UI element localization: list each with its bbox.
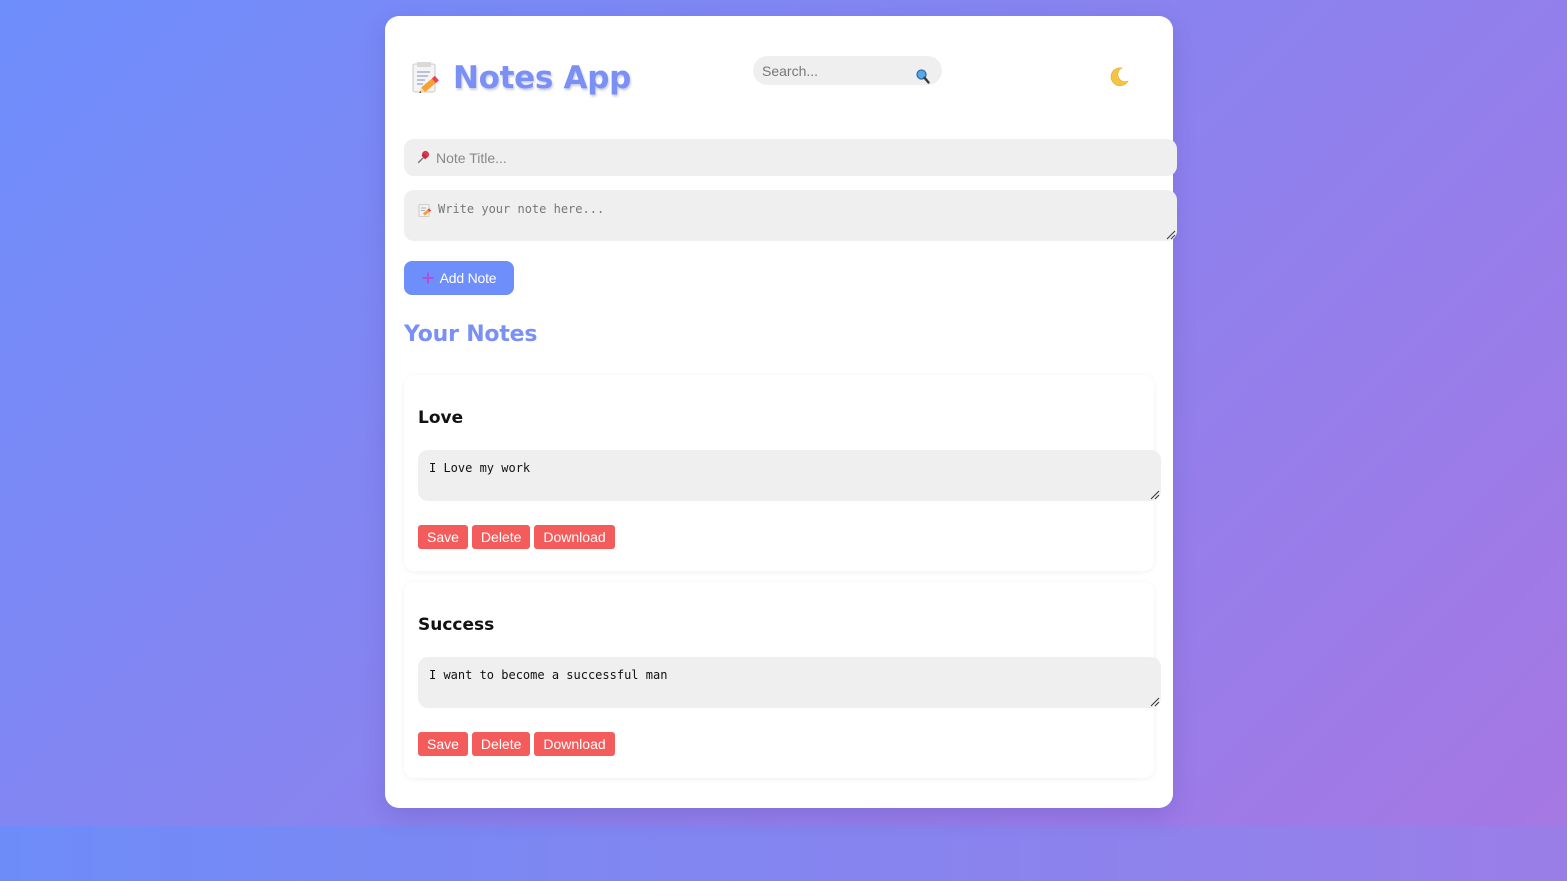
note-body-textarea[interactable]: I want to become a successful man <box>429 668 1129 698</box>
save-button[interactable]: Save <box>418 732 468 756</box>
note-body-field[interactable] <box>404 190 1177 241</box>
page-bottom-strip <box>0 826 1567 881</box>
download-button[interactable]: Download <box>534 525 615 549</box>
app-header: Notes App <box>385 16 1173 136</box>
note-body-field[interactable]: I want to become a successful man <box>418 657 1161 708</box>
search-box[interactable] <box>753 56 942 85</box>
note-body-textarea[interactable] <box>438 202 1138 230</box>
note-actions: Save Delete Download <box>418 525 619 549</box>
download-button[interactable]: Download <box>534 732 615 756</box>
memo-icon <box>418 204 432 217</box>
note-title-input[interactable] <box>436 148 1136 168</box>
your-notes-heading: Your Notes <box>404 322 538 347</box>
magnifier-icon[interactable] <box>916 69 930 84</box>
add-note-button[interactable]: Add Note <box>404 261 514 295</box>
add-note-label: Add Note <box>439 270 497 286</box>
resize-grip-icon[interactable] <box>1166 230 1176 240</box>
notes-app-card: Notes App Search... Note Title... Write … <box>385 16 1177 808</box>
note-card: Love I Love my work Save Delete Download <box>404 375 1161 571</box>
crescent-moon-icon <box>1110 67 1129 87</box>
memo-icon <box>412 62 439 93</box>
resize-grip-icon[interactable] <box>1150 490 1160 500</box>
delete-button[interactable]: Delete <box>471 525 531 549</box>
note-body-field[interactable]: I Love my work <box>418 450 1161 501</box>
search-input[interactable] <box>762 61 912 81</box>
app-title: Notes App <box>411 56 631 100</box>
theme-toggle-button[interactable] <box>1105 63 1133 91</box>
save-button[interactable]: Save <box>418 525 468 549</box>
note-title: Success <box>418 615 495 635</box>
note-title: Love <box>418 408 464 428</box>
note-title-field[interactable] <box>404 139 1177 176</box>
app-title-text: Notes App <box>453 60 632 96</box>
note-body-textarea[interactable]: I Love my work <box>429 461 1129 491</box>
plus-icon <box>422 272 434 284</box>
note-actions: Save Delete Download <box>418 732 619 756</box>
note-card: Success I want to become a successful ma… <box>404 582 1161 778</box>
resize-grip-icon[interactable] <box>1150 697 1160 707</box>
delete-button[interactable]: Delete <box>471 732 531 756</box>
pushpin-icon <box>417 150 430 164</box>
